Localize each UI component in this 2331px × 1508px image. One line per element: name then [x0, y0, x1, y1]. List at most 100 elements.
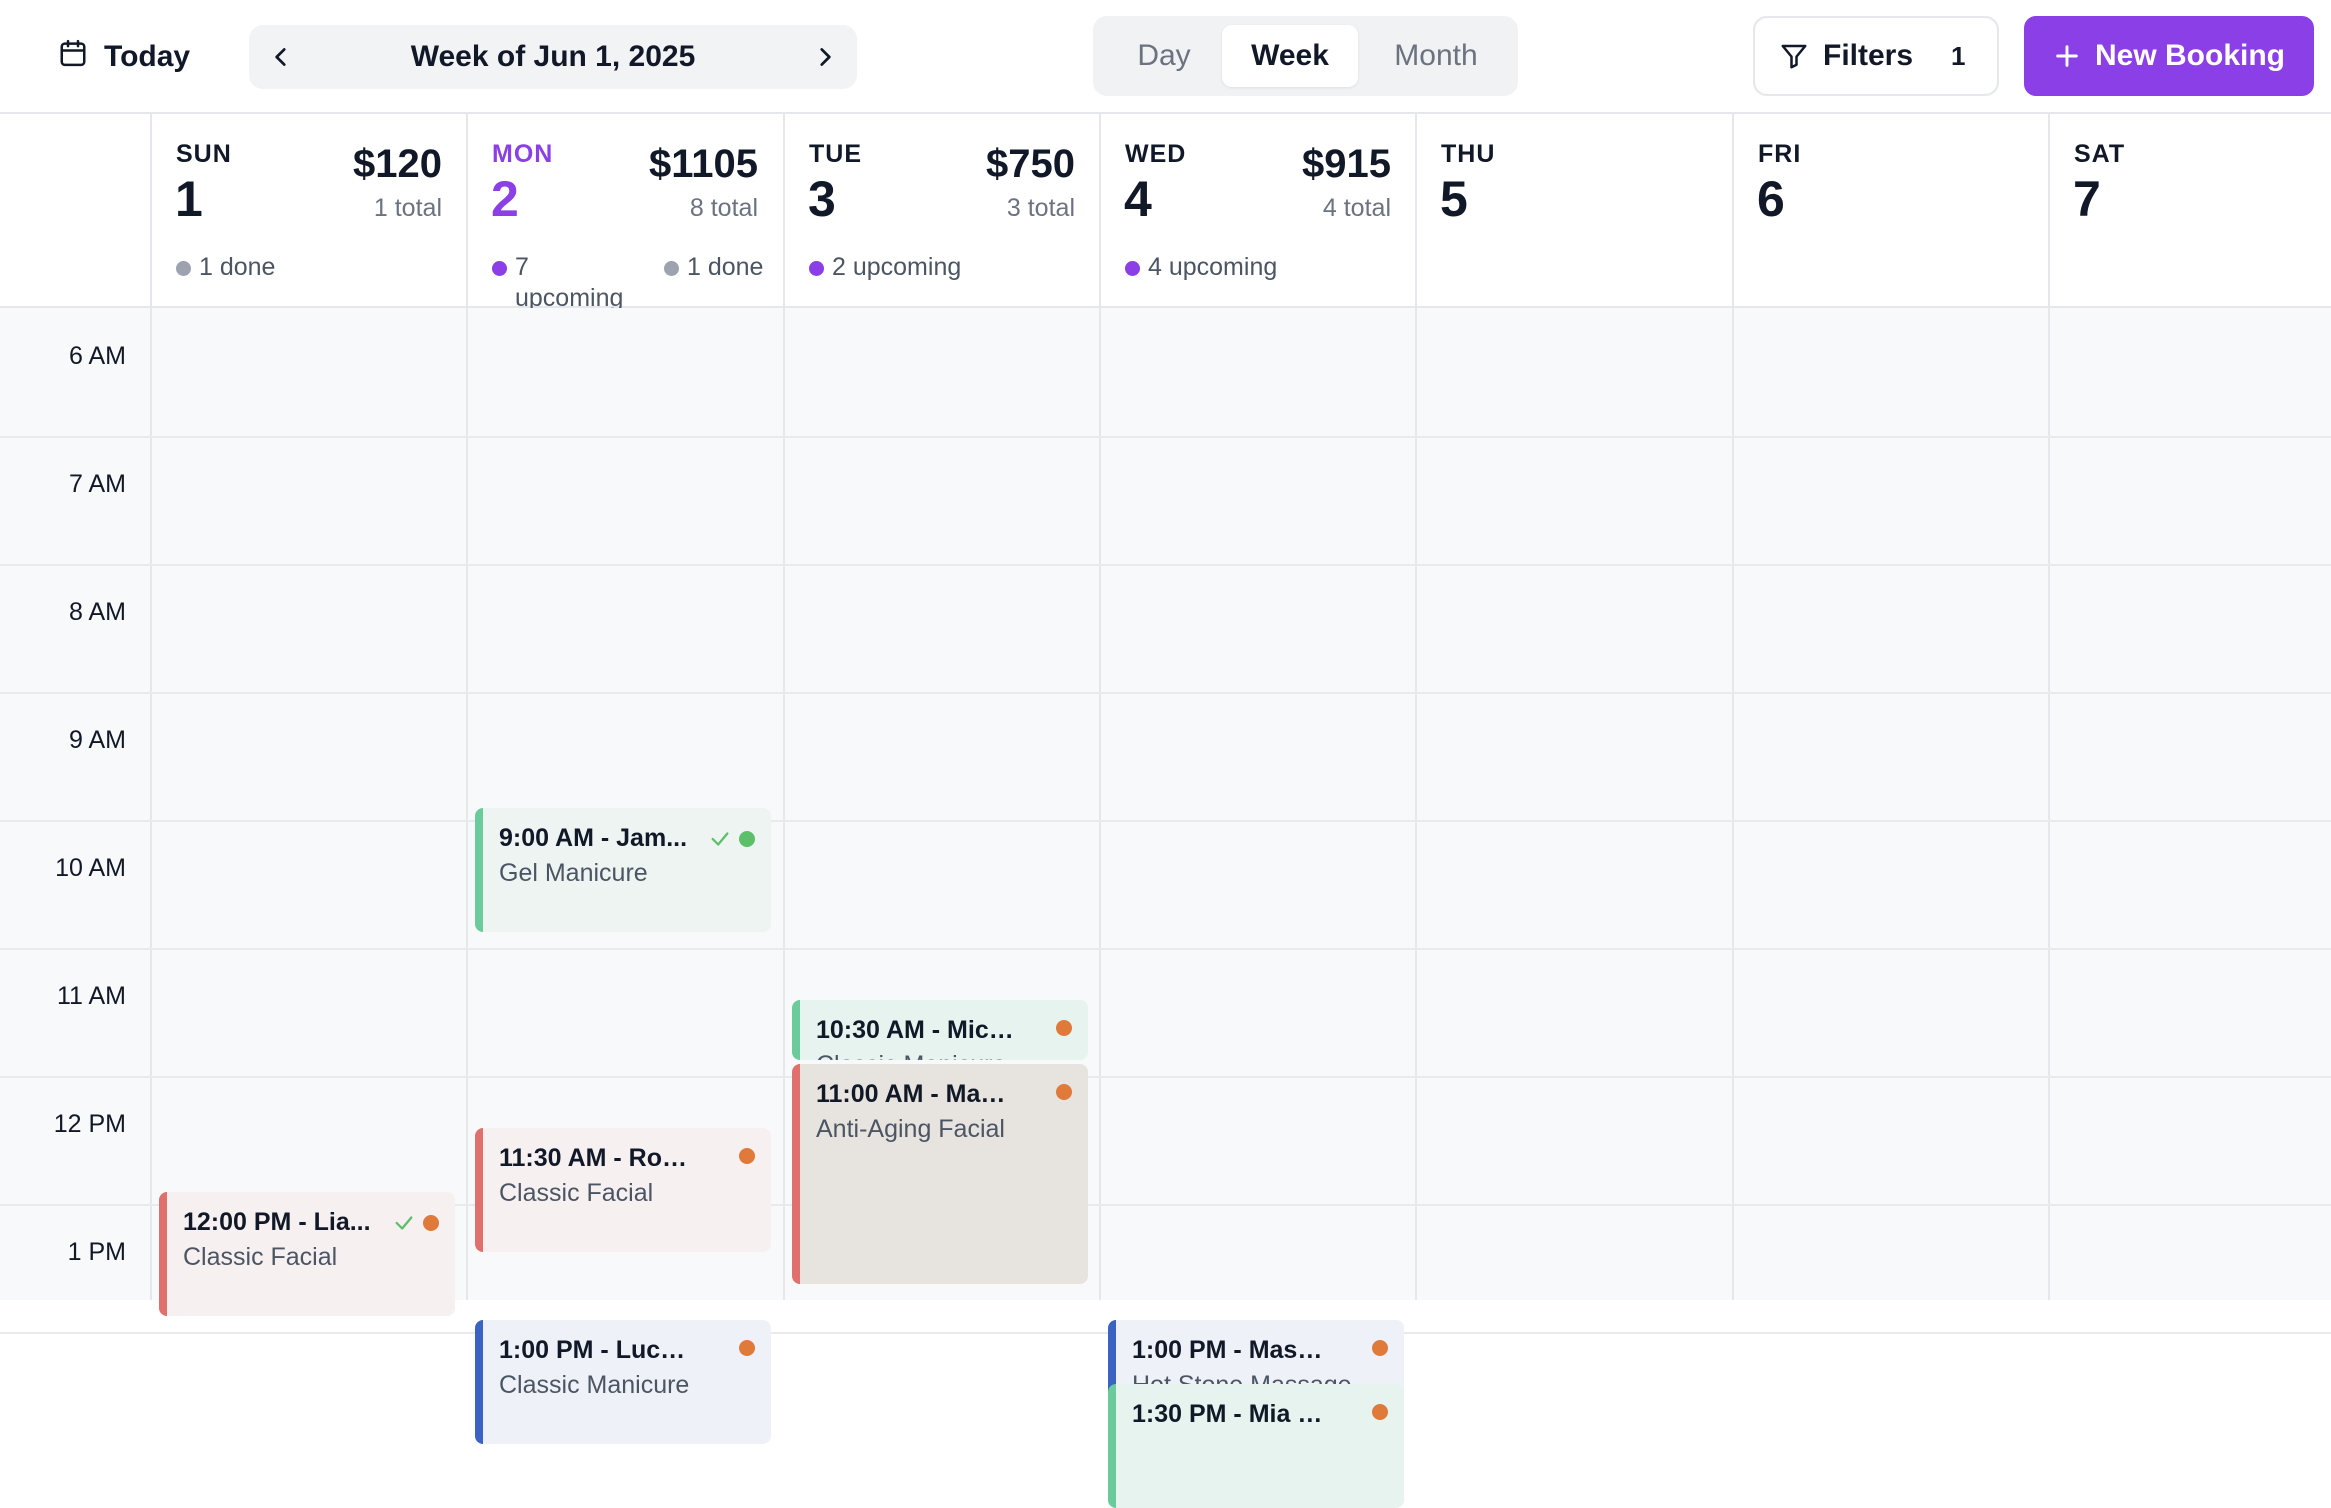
booking-title: 1:00 PM - Mason ...: [1132, 1336, 1356, 1364]
day-header-wed[interactable]: WED 4 $915 4 total 4 upcoming: [1099, 114, 1415, 306]
day-number: 7: [2073, 171, 2101, 227]
day-name: THU: [1441, 140, 1496, 168]
next-week-button[interactable]: [793, 25, 857, 89]
day-booking-count: 4 total: [1322, 194, 1391, 222]
day-revenue: $120: [353, 142, 442, 186]
hour-divider: [0, 564, 2331, 566]
status-dot-icon: [739, 1340, 755, 1356]
day-header-fri[interactable]: FRI 6: [1732, 114, 2048, 306]
calendar-grid: 6 AM 7 AM 8 AM 9 AM 10 AM 11 AM 12 PM 1 PM 9:00 …: [0, 308, 2331, 1508]
plus-icon: [2056, 45, 2078, 67]
hour-divider: [0, 820, 2331, 822]
day-header-sun[interactable]: SUN 1 $120 1 total 1 done: [150, 114, 466, 306]
booking-service: Classic Facial: [183, 1243, 338, 1271]
hour-label: 12 PM: [53, 1110, 126, 1138]
day-stat-done: 1 done: [664, 252, 784, 283]
done-dot-icon: [176, 261, 191, 276]
column-divider: [1415, 308, 1417, 1300]
day-name: WED: [1125, 140, 1187, 168]
hour-label: 9 AM: [69, 726, 126, 754]
booking-title: 1:00 PM - Lucas B...: [499, 1336, 734, 1364]
day-stat-label: 2 upcoming: [832, 253, 962, 281]
day-number: 5: [1440, 171, 1468, 227]
day-booking-count: 1 total: [373, 194, 442, 222]
booking-status: [709, 828, 755, 850]
column-divider: [466, 308, 468, 1300]
booking-service: Classic Manicure: [816, 1051, 1076, 1060]
booking-event[interactable]: 9:00 AM - Jam... Gel Manicure: [475, 808, 771, 932]
day-revenue: $915: [1302, 142, 1391, 186]
hour-label: 1 PM: [67, 1238, 126, 1266]
day-number: 4: [1124, 171, 1152, 227]
day-header-tue[interactable]: TUE 3 $750 3 total 2 upcoming: [783, 114, 1099, 306]
booking-service: Classic Manicure: [499, 1371, 690, 1399]
day-name: FRI: [1758, 140, 1802, 168]
check-icon: [395, 1216, 413, 1230]
booking-service: Anti-Aging Facial: [816, 1115, 1005, 1143]
status-dot-icon: [423, 1215, 439, 1231]
booking-title: 1:30 PM - Mia Miller: [1132, 1400, 1363, 1428]
booking-status: [1056, 1020, 1072, 1036]
hour-label: 7 AM: [69, 470, 126, 498]
day-name: TUE: [809, 140, 862, 168]
booking-event[interactable]: 11:00 AM - Mason ... Anti-Aging Facial: [792, 1064, 1088, 1284]
week-label: Week of Jun 1, 2025: [410, 40, 696, 73]
booking-event[interactable]: 10:30 AM - Micha... Classic Manicure: [792, 1000, 1088, 1060]
day-number: 2: [491, 171, 519, 227]
column-divider: [1099, 308, 1101, 1300]
day-booking-count: 3 total: [1006, 194, 1075, 222]
filter-icon: [1781, 44, 1807, 69]
day-name: SUN: [176, 140, 232, 168]
filters-label: Filters: [1823, 39, 1914, 72]
upcoming-dot-icon: [809, 261, 824, 276]
day-revenue: $750: [986, 142, 1075, 186]
new-booking-button[interactable]: New Booking: [2024, 16, 2314, 96]
day-stat-label: 1 done: [199, 253, 276, 281]
column-divider: [783, 308, 785, 1300]
hour-divider: [0, 948, 2331, 950]
day-stat-upcoming: 2 upcoming: [809, 252, 961, 283]
today-button[interactable]: Today: [58, 30, 190, 84]
booking-title: 11:00 AM - Mason ...: [816, 1080, 1053, 1108]
booking-status: [739, 1148, 755, 1164]
booking-title: 11:30 AM - Robert ...: [499, 1144, 738, 1172]
booking-status: [1056, 1084, 1072, 1100]
day-stat-upcoming: 4 upcoming: [1125, 252, 1277, 283]
status-dot-icon: [739, 831, 755, 847]
status-dot-icon: [1372, 1340, 1388, 1356]
tab-month[interactable]: Month: [1363, 25, 1509, 87]
booking-event[interactable]: 11:30 AM - Robert ... Classic Facial: [475, 1128, 771, 1252]
day-number: 3: [808, 171, 836, 227]
booking-event[interactable]: 1:30 PM - Mia Miller: [1108, 1384, 1404, 1508]
upcoming-dot-icon: [492, 261, 507, 276]
hour-label: 8 AM: [69, 598, 126, 626]
booking-service: Classic Facial: [499, 1179, 654, 1207]
new-booking-label: New Booking: [2094, 39, 2285, 72]
hour-divider: [0, 436, 2331, 438]
prev-week-button[interactable]: [249, 25, 313, 89]
view-switcher: Day Week Month: [1093, 16, 1518, 96]
calendar-icon: [58, 38, 88, 76]
day-header-thu[interactable]: THU 5: [1415, 114, 1731, 306]
tab-day[interactable]: Day: [1103, 25, 1225, 87]
status-dot-icon: [1372, 1404, 1388, 1420]
hour-label: 11 AM: [56, 982, 126, 1010]
hour-divider: [0, 692, 2331, 694]
tab-week[interactable]: Week: [1222, 25, 1358, 87]
day-name: SAT: [2074, 140, 2126, 168]
booking-event[interactable]: 1:00 PM - Lucas B... Classic Manicure: [475, 1320, 771, 1444]
booking-service: Gel Manicure: [499, 859, 648, 887]
toolbar: Today Week of Jun 1, 2025 Day Week Month…: [0, 0, 2331, 114]
status-dot-icon: [1056, 1084, 1072, 1100]
chevron-left-icon: [275, 48, 286, 66]
booking-event[interactable]: 12:00 PM - Lia... Classic Facial: [159, 1192, 455, 1316]
hour-label: 6 AM: [69, 342, 126, 370]
chevron-right-icon: [820, 48, 831, 66]
day-header-sat[interactable]: SAT 7: [2048, 114, 2331, 306]
hour-divider: [0, 1076, 2331, 1078]
column-divider: [2048, 308, 2050, 1300]
booking-status: [1372, 1340, 1388, 1356]
day-header-mon[interactable]: MON 2 $1105 8 total 7 upcoming 1 done: [466, 114, 784, 312]
filters-button[interactable]: Filters 1: [1753, 16, 1999, 96]
day-stat-label: 7 upcoming: [515, 253, 624, 312]
